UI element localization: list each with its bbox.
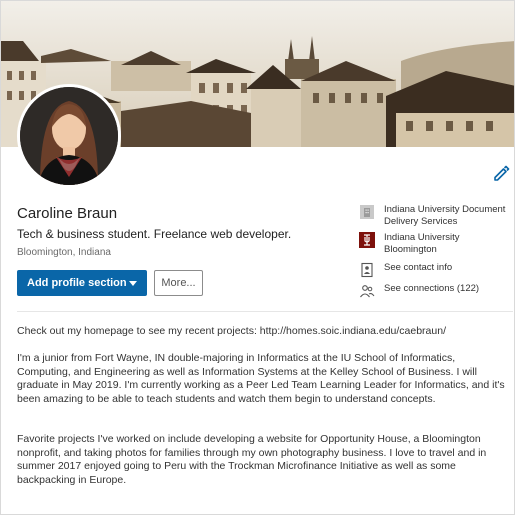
more-button[interactable]: More... <box>154 270 203 296</box>
profile-photo[interactable] <box>17 84 121 188</box>
pencil-icon <box>494 165 510 181</box>
add-profile-section-button[interactable]: Add profile section <box>17 270 147 296</box>
contact-card-icon <box>361 262 373 278</box>
summary-paragraph-background: I'm a junior from Fort Wayne, IN double-… <box>17 352 505 405</box>
profile-name: Caroline Braun <box>17 205 118 222</box>
contact-info-item[interactable]: See contact info <box>359 262 452 278</box>
iu-logo-icon <box>359 232 375 248</box>
people-icon <box>360 285 375 298</box>
building-icon <box>360 205 374 219</box>
summary-paragraph-projects: Favorite projects I've worked on include… <box>17 433 487 486</box>
add-profile-section-label: Add profile section <box>27 277 127 289</box>
see-contact-info-link[interactable]: See contact info <box>384 262 452 274</box>
profile-headline: Tech & business student. Freelance web d… <box>17 227 292 241</box>
employer-item[interactable]: Indiana University Document Delivery Ser… <box>359 204 514 228</box>
edit-profile-button[interactable] <box>491 163 511 183</box>
see-connections-link[interactable]: See connections (122) <box>384 283 479 295</box>
profile-location: Bloomington, Indiana <box>17 247 111 258</box>
school-name[interactable]: Indiana University Bloomington <box>384 232 514 256</box>
school-item[interactable]: Indiana University Bloomington <box>359 232 514 256</box>
caret-down-icon <box>129 281 137 286</box>
profile-card: Caroline Braun Tech & business student. … <box>0 0 515 515</box>
summary-paragraph-homepage: Check out my homepage to see my recent p… <box>17 325 446 337</box>
profile-photo-image <box>20 87 118 185</box>
employer-name[interactable]: Indiana University Document Delivery Ser… <box>384 204 514 228</box>
section-divider <box>17 311 513 312</box>
connections-item[interactable]: See connections (122) <box>359 283 479 299</box>
